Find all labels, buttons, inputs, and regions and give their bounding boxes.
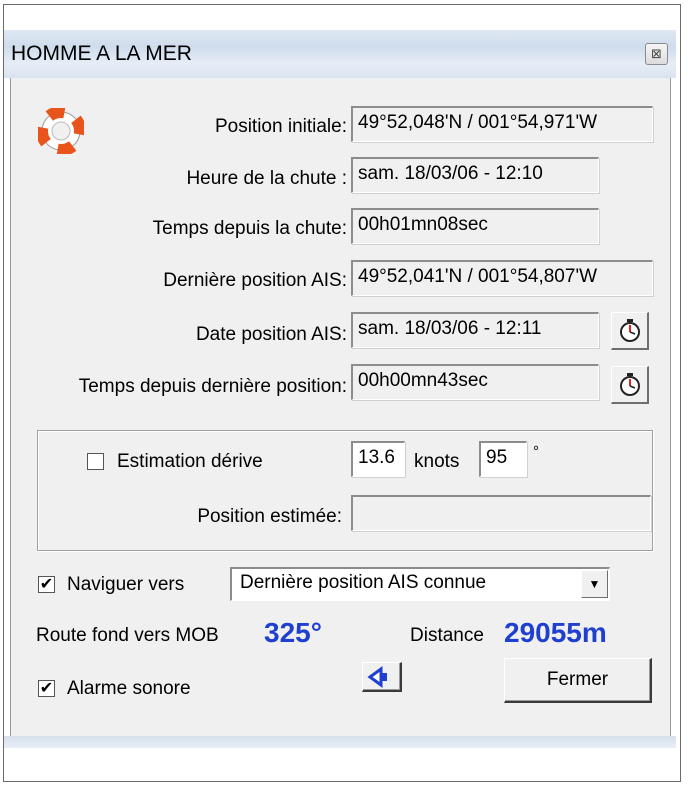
estimation-derive-checkbox[interactable] — [87, 453, 104, 470]
destination-select[interactable]: Dernière position AIS connue ▼ — [230, 567, 610, 601]
label-derniere-position-ais: Dernière position AIS: — [163, 270, 347, 291]
route-fond-label: Route fond vers MOB — [36, 625, 219, 646]
fermer-button[interactable]: Fermer — [504, 658, 652, 703]
field-date-position-ais: sam. 18/03/06 - 12:11 — [351, 312, 599, 348]
stopwatch-button-temps-derniere[interactable] — [611, 366, 649, 404]
heading-input[interactable]: 95 — [479, 441, 527, 477]
route-fond-value: 325° — [264, 617, 322, 648]
close-icon[interactable]: ⊠ — [645, 43, 668, 65]
distance-label: Distance — [410, 625, 484, 646]
naviguer-vers-label: Naviguer vers — [67, 574, 185, 595]
position-estimee-label: Position estimée: — [197, 506, 342, 527]
distance-value: 29055m — [504, 617, 607, 648]
sound-button[interactable] — [362, 662, 402, 692]
field-temps-depuis-chute: 00h01mn08sec — [351, 208, 599, 244]
position-estimee-field — [351, 495, 651, 531]
stopwatch-icon — [620, 373, 640, 396]
field-derniere-position-ais: 49°52,041'N / 001°54,807'W — [351, 260, 653, 296]
chevron-down-icon[interactable]: ▼ — [581, 570, 608, 598]
label-temps-depuis-chute: Temps depuis la chute: — [152, 218, 347, 239]
speed-unit-label: knots — [414, 451, 460, 472]
label-position-initiale: Position initiale: — [214, 116, 347, 137]
title-bar: HOMME A LA MER ⊠ — [4, 30, 676, 78]
speed-input[interactable]: 13.6 — [351, 441, 405, 477]
bottom-strip — [4, 736, 676, 748]
label-date-position-ais: Date position AIS: — [195, 324, 347, 345]
speaker-icon — [367, 666, 387, 688]
alarme-sonore-label: Alarme sonore — [67, 678, 191, 699]
field-temps-depuis-derniere: 00h00mn43sec — [351, 364, 599, 400]
stopwatch-button-date-ais[interactable] — [611, 312, 649, 350]
naviguer-vers-checkbox[interactable]: ✔ — [38, 576, 55, 593]
label-heure-chute: Heure de la chute : — [186, 168, 347, 189]
estimation-group — [37, 430, 653, 551]
stopwatch-icon — [620, 319, 640, 342]
estimation-derive-label: Estimation dérive — [117, 451, 263, 472]
heading-unit-label: ° — [533, 443, 539, 460]
window-title: HOMME A LA MER — [11, 42, 192, 65]
lifebuoy-icon — [38, 108, 84, 154]
label-temps-depuis-derniere: Temps depuis dernière position: — [78, 376, 347, 397]
alarme-sonore-checkbox[interactable]: ✔ — [38, 680, 55, 697]
field-position-initiale: 49°52,048'N / 001°54,971'W — [351, 106, 653, 142]
destination-select-value: Dernière position AIS connue — [240, 572, 487, 593]
field-heure-chute: sam. 18/03/06 - 12:10 — [351, 157, 599, 193]
